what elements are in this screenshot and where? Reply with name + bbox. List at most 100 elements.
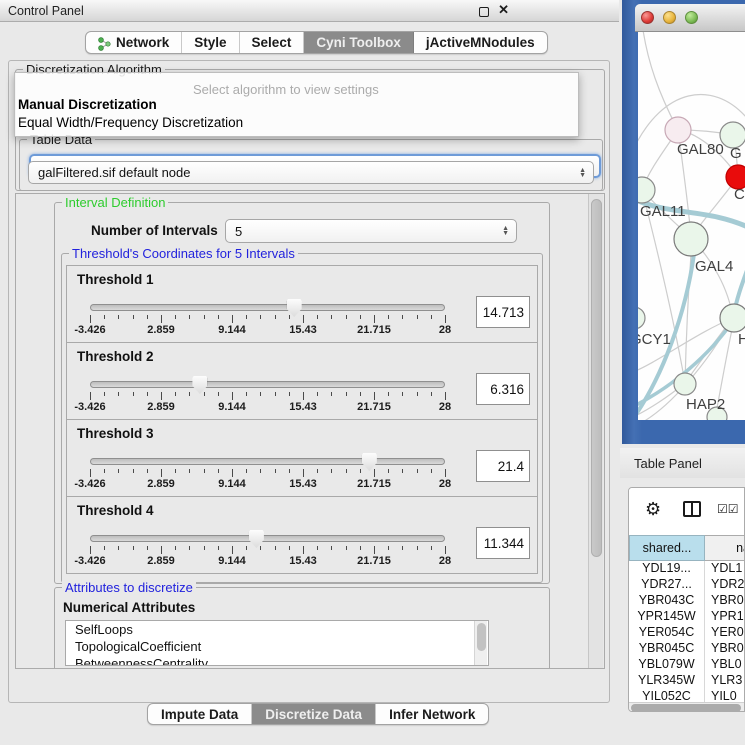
num-intervals-combo[interactable]: 5 ▲▼ (225, 219, 517, 243)
table-cell-name[interactable]: YBL0 (705, 657, 742, 673)
table-row[interactable]: YLR345WYLR3 (629, 673, 745, 689)
hap2-node[interactable] (674, 373, 696, 395)
table-data-combo[interactable]: galFiltered.sif default node ▲▼ (28, 161, 594, 184)
table-cell-name[interactable]: YER0 (705, 625, 744, 641)
tab-cyni-toolbox[interactable]: Cyni Toolbox (304, 32, 414, 53)
numerical-attributes-label: Numerical Attributes (63, 600, 195, 615)
tick-label: 15.43 (289, 555, 317, 567)
table-row[interactable]: YER054CYER0 (629, 625, 745, 641)
control-panel-titlebar: Control Panel ✕ (0, 0, 619, 22)
table-row[interactable]: YBR045CYBR0 (629, 641, 745, 657)
column-header-name[interactable]: na (705, 535, 745, 561)
attributes-group-title: Attributes to discretize (62, 580, 196, 595)
gcy1-node[interactable] (638, 307, 645, 329)
table-cell-shared-name[interactable]: YBL079W (629, 657, 705, 673)
table-cell-shared-name[interactable]: YDL19... (629, 561, 705, 577)
threshold-slider[interactable] (90, 458, 445, 465)
tick-label: 9.144 (218, 555, 246, 567)
tick-mark (104, 546, 105, 550)
table-cell-shared-name[interactable]: YLR345W (629, 673, 705, 689)
tick-mark (417, 315, 418, 319)
settings-scrollbar[interactable] (588, 194, 603, 668)
threshold-label: Threshold 2 (77, 349, 154, 364)
tick-label: 21.715 (357, 401, 391, 413)
gal80-node-label: GAL80 (677, 141, 724, 158)
table-row[interactable]: YDL19...YDL1 (629, 561, 745, 577)
dropdown-item-manual-discretization[interactable]: Manual Discretization (18, 97, 157, 112)
threshold-value-field[interactable] (476, 450, 530, 482)
table-row[interactable]: YBR043CYBR0 (629, 593, 745, 609)
threshold-slider[interactable] (90, 535, 445, 542)
threshold-value-field[interactable] (476, 296, 530, 328)
tab-style[interactable]: Style (182, 32, 239, 53)
tick-label: 9.144 (218, 401, 246, 413)
tick-mark (317, 546, 318, 550)
tick-label: 9.144 (218, 478, 246, 490)
bottom-tab-bar: Impute Data Discretize Data Infer Networ… (147, 703, 489, 725)
select-columns-icon[interactable]: ☑☑ (717, 502, 739, 516)
table-cell-shared-name[interactable]: YER054C (629, 625, 705, 641)
minimize-traffic-light[interactable] (663, 11, 676, 24)
gal4-node[interactable] (674, 222, 708, 256)
tick-label: 28 (439, 478, 451, 490)
attribute-list-item[interactable]: TopologicalCoefficient (66, 638, 488, 655)
threshold-slider[interactable] (90, 304, 445, 311)
table-cell-name[interactable]: YDR2 (705, 577, 744, 593)
table-row[interactable]: YPR145WYPR1 (629, 609, 745, 625)
tick-mark (104, 315, 105, 319)
gear-icon[interactable]: ⚙ (645, 499, 661, 520)
tick-mark (431, 546, 432, 550)
list-scrollbar[interactable] (474, 621, 487, 665)
tick-mark (417, 469, 418, 473)
tab-discretize-data[interactable]: Discretize Data (252, 704, 376, 724)
table-hscrollbar-thumb[interactable] (631, 704, 741, 712)
tick-mark (133, 469, 134, 473)
dropdown-item-equal-width-frequency[interactable]: Equal Width/Frequency Discretization (18, 115, 243, 130)
numerical-attributes-list[interactable]: SelfLoopsTopologicalCoefficientBetweenne… (65, 620, 489, 666)
h-node[interactable] (720, 304, 745, 332)
tick-mark (275, 315, 276, 319)
close-traffic-light[interactable] (641, 11, 654, 24)
attribute-list-item[interactable]: SelfLoops (66, 621, 488, 638)
cyni-toolbox-panel: Discretization Algorithm ▲▼ Table Data g… (8, 60, 610, 703)
tab-jactivemnodules[interactable]: jActiveMNodules (414, 32, 547, 53)
threshold-value-field[interactable] (476, 373, 530, 405)
table-cell-name[interactable]: YLR3 (705, 673, 742, 689)
settings-scrollbar-thumb[interactable] (591, 199, 602, 557)
attribute-list-item[interactable]: BetweennessCentrality (66, 655, 488, 666)
tab-select[interactable]: Select (240, 32, 305, 53)
table-hscrollbar[interactable] (629, 702, 745, 712)
threshold-slider[interactable] (90, 381, 445, 388)
split-columns-icon[interactable] (683, 501, 701, 517)
table-cell-name[interactable]: YDL1 (705, 561, 742, 577)
zoom-traffic-light[interactable] (685, 11, 698, 24)
table-cell-shared-name[interactable]: YBR043C (629, 593, 705, 609)
network-canvas[interactable]: GAL80GCGAL11GAL4GCY1HHAP2 (638, 32, 745, 420)
gal80-node[interactable] (665, 117, 691, 143)
tick-mark (346, 315, 347, 319)
tab-infer-network[interactable]: Infer Network (376, 704, 488, 724)
tab-network[interactable]: Network (86, 32, 182, 53)
table-cell-name[interactable]: YBR0 (705, 641, 744, 657)
column-header-shared-name[interactable]: shared... (629, 535, 705, 561)
gal11-node[interactable] (638, 177, 655, 203)
table-cell-shared-name[interactable]: YPR145W (629, 609, 705, 625)
tick-mark (175, 546, 176, 550)
tick-mark (204, 315, 205, 319)
tick-mark (388, 469, 389, 473)
table-cell-name[interactable]: YPR1 (705, 609, 744, 625)
table-cell-name[interactable]: YBR0 (705, 593, 744, 609)
gal4-node-label: GAL4 (695, 258, 733, 275)
threshold-value-field[interactable] (476, 527, 530, 559)
table-cell-shared-name[interactable]: YBR045C (629, 641, 705, 657)
tab-impute-data[interactable]: Impute Data (148, 704, 252, 724)
table-row[interactable]: YBL079WYBL0 (629, 657, 745, 673)
float-window-icon[interactable] (479, 7, 489, 17)
table-cell-shared-name[interactable]: YDR27... (629, 577, 705, 593)
tick-label: 15.43 (289, 401, 317, 413)
interval-definition-title: Interval Definition (62, 195, 168, 210)
table-row[interactable]: YDR27...YDR2 (629, 577, 745, 593)
network-window-titlebar[interactable] (635, 4, 745, 32)
tick-mark (147, 392, 148, 396)
close-icon[interactable]: ✕ (498, 2, 509, 18)
